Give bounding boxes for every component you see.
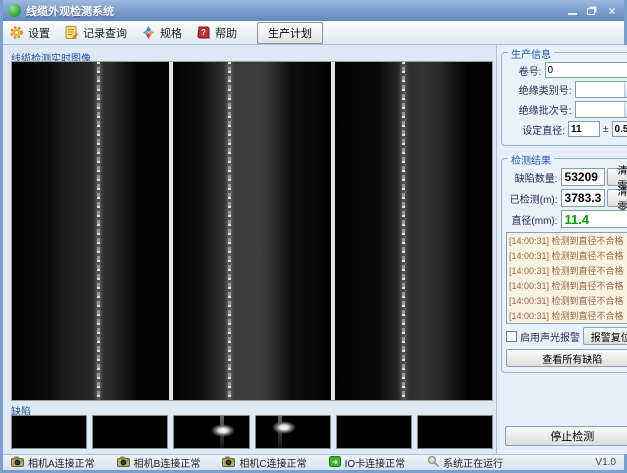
log-entry[interactable]: [14:00:31] 检测到直径不合格: [507, 323, 626, 324]
control-panel: 生产信息 卷号: 绝缘类别号: ▼ 绝缘批次号: ▼ 设定直径: ±: [496, 45, 627, 454]
help-button[interactable]: ? 帮助: [196, 25, 237, 41]
chevron-down-icon[interactable]: ▼: [624, 82, 627, 97]
settings-button[interactable]: 设置: [9, 25, 50, 41]
defect-count-value: 53209: [561, 168, 605, 186]
help-label: 帮助: [215, 25, 237, 41]
insulation-category-label: 绝缘类别号:: [506, 82, 575, 97]
records-query-button[interactable]: 记录查询: [64, 25, 127, 41]
reel-number-label: 卷号:: [506, 63, 545, 78]
spec-icon: [141, 25, 156, 40]
measured-length-value: 3783.3: [561, 189, 605, 207]
records-icon: [64, 25, 79, 40]
camera-b-view: [173, 62, 330, 400]
defect-count-label: 缺陷数量:: [506, 170, 561, 185]
restore-button[interactable]: [585, 5, 599, 17]
camera-c-view: [335, 62, 492, 400]
defect-thumbnail-5[interactable]: [336, 415, 412, 449]
measured-length-label: 已检测(m):: [506, 191, 561, 206]
camera-a-status: 相机A连接正常: [11, 455, 95, 470]
settings-icon: [9, 25, 24, 40]
stop-detection-button[interactable]: 停止检测: [505, 426, 627, 446]
camera-c-status-label: 相机C连接正常: [239, 455, 306, 470]
toolbar: 设置 记录查询 规格 ? 帮助 生产计划: [3, 21, 624, 45]
defect-thumbnail-6[interactable]: [417, 415, 493, 449]
spec-label: 规格: [160, 25, 182, 41]
svg-text:?: ?: [201, 28, 206, 37]
camera-c-status: 相机C连接正常: [222, 455, 306, 470]
camera-c-icon: [222, 456, 235, 470]
defect-blob: [211, 424, 235, 437]
detection-results-group: 检测结果 缺陷数量: 53209 清零 已检测(m): 3783.3 清零 直径…: [501, 158, 627, 373]
alarm-checkbox[interactable]: [506, 331, 517, 342]
live-view-area: 线缆检测实时图像 缺陷: [3, 45, 496, 454]
io-card-status-label: IO卡连接正常: [345, 455, 406, 470]
log-entry[interactable]: [14:00:31] 检测到直径不合格: [507, 263, 626, 278]
camera-a-status-label: 相机A连接正常: [28, 455, 95, 470]
spec-button[interactable]: 规格: [141, 25, 182, 41]
app-icon: [8, 4, 21, 17]
detection-results-title: 检测结果: [508, 152, 554, 167]
cable-edge-c: [402, 62, 405, 400]
close-button[interactable]: ×: [605, 5, 619, 17]
records-label: 记录查询: [83, 25, 127, 41]
help-icon: ?: [196, 25, 211, 40]
alarm-log-list[interactable]: [14:00:31] 检测到直径不合格 [14:00:31] 检测到直径不合格 …: [506, 232, 627, 324]
production-plan-button[interactable]: 生产计划: [257, 22, 323, 44]
production-info-group: 生产信息 卷号: 绝缘类别号: ▼ 绝缘批次号: ▼ 设定直径: ±: [501, 52, 627, 146]
camera-view-strip: [11, 61, 493, 401]
production-info-title: 生产信息: [508, 46, 554, 61]
settings-label: 设置: [28, 25, 50, 41]
insulation-batch-label: 绝缘批次号:: [506, 102, 575, 117]
minimize-button[interactable]: [565, 5, 579, 17]
set-diameter-label: 设定直径:: [506, 122, 568, 137]
system-running-status: 系统正在运行: [427, 455, 503, 470]
log-entry[interactable]: [14:00:31] 检测到直径不合格: [507, 293, 626, 308]
system-running-label: 系统正在运行: [443, 455, 503, 470]
io-card-status: IO卡连接正常: [329, 455, 406, 470]
alarm-checkbox-label: 启用声光报警: [520, 329, 580, 344]
defect-thumbnail-4[interactable]: [255, 415, 331, 449]
statusbar: 相机A连接正常 相机B连接正常 相机C连接正常 IO卡连接正常 系统正在运行: [3, 454, 624, 470]
chevron-down-icon[interactable]: ▼: [624, 102, 627, 117]
titlebar: 线缆外观检测系统 ×: [3, 0, 624, 21]
insulation-batch-select[interactable]: ▼: [575, 101, 627, 118]
defect-thumbnail-3[interactable]: [173, 415, 249, 449]
plus-minus-sign: ±: [600, 124, 612, 135]
cable-edge-b: [228, 62, 231, 400]
log-entry[interactable]: [14:00:31] 检测到直径不合格: [507, 248, 626, 263]
camera-b-status: 相机B连接正常: [117, 455, 201, 470]
log-entry[interactable]: [14:00:31] 检测到直径不合格: [507, 308, 626, 323]
camera-a-view: [12, 62, 169, 400]
cable-edge-a: [97, 62, 100, 400]
io-card-icon: [329, 456, 341, 470]
clear-measured-button[interactable]: 清零: [607, 189, 627, 207]
version-label: V1.0: [595, 457, 616, 468]
magnifier-icon: [427, 455, 439, 470]
view-all-defects-button[interactable]: 查看所有缺陷: [506, 349, 627, 367]
camera-a-icon: [11, 456, 24, 470]
log-entry[interactable]: [14:00:31] 检测到直径不合格: [507, 233, 626, 248]
reel-number-input[interactable]: [545, 62, 627, 78]
log-entry[interactable]: [14:00:31] 检测到直径不合格: [507, 278, 626, 293]
defect-thumbnail-1[interactable]: [11, 415, 87, 449]
tolerance-input[interactable]: [612, 121, 627, 137]
defect-thumbnail-2[interactable]: [92, 415, 168, 449]
alarm-reset-button[interactable]: 报警复位: [583, 327, 627, 345]
diameter-label: 直径(mm):: [506, 212, 561, 227]
set-diameter-input[interactable]: [568, 121, 600, 137]
camera-b-status-label: 相机B连接正常: [134, 455, 201, 470]
insulation-category-select[interactable]: ▼: [575, 81, 627, 98]
camera-b-icon: [117, 456, 130, 470]
defect-thumbnail-strip: [11, 415, 493, 449]
diameter-value: 11.4: [561, 210, 627, 228]
app-window: 线缆外观检测系统 × 设置 记录查询 规格 ?: [0, 0, 627, 473]
window-title: 线缆外观检测系统: [26, 3, 565, 19]
defect-blob: [272, 421, 296, 434]
